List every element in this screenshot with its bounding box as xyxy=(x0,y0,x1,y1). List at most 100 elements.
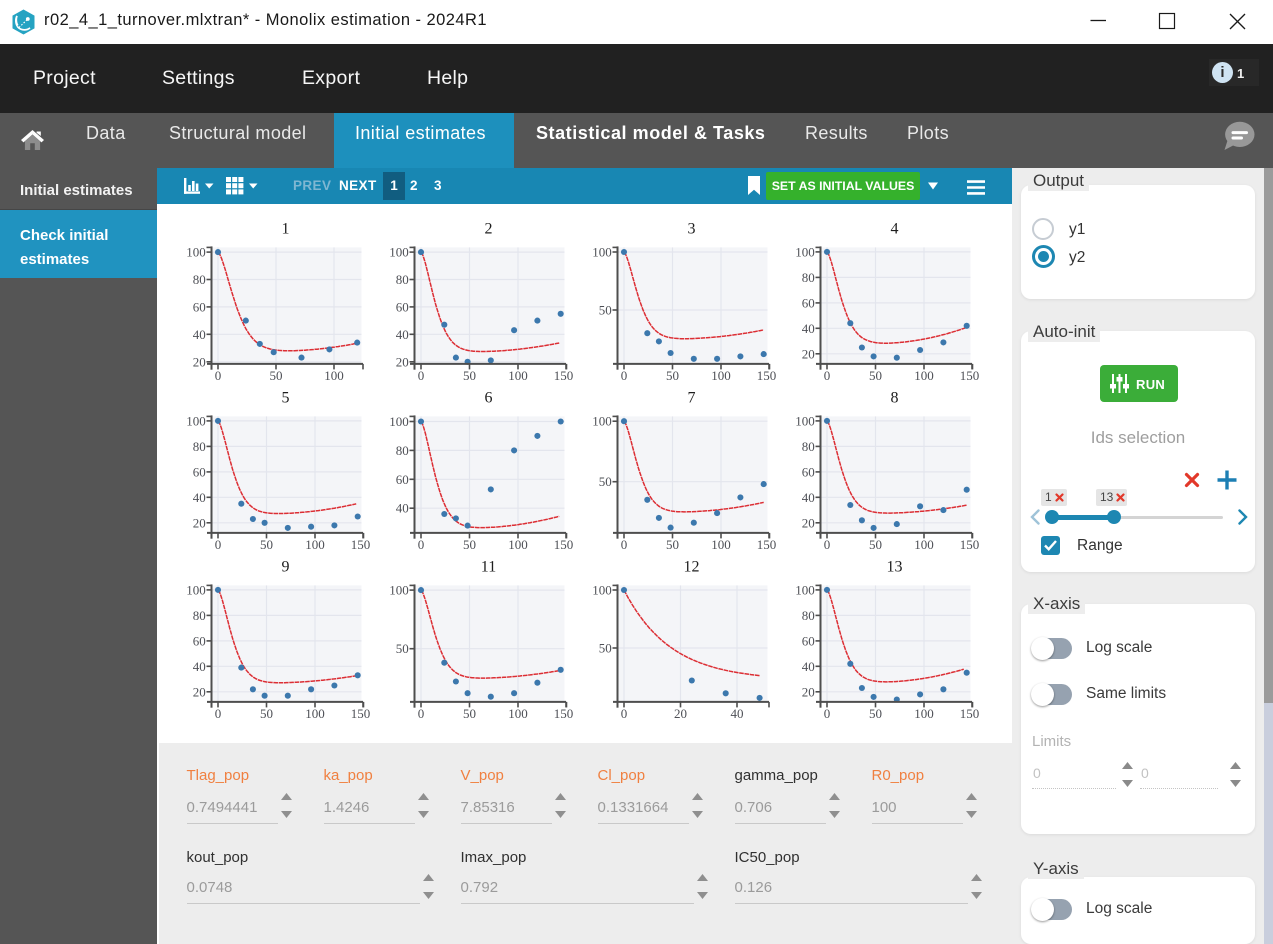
svg-text:40: 40 xyxy=(801,659,814,674)
svg-text:80: 80 xyxy=(801,439,814,454)
svg-text:50: 50 xyxy=(869,706,882,719)
svg-text:100: 100 xyxy=(914,537,934,550)
svg-text:40: 40 xyxy=(395,501,408,516)
svg-text:50: 50 xyxy=(869,537,882,550)
svg-text:60: 60 xyxy=(192,299,205,314)
svg-text:80: 80 xyxy=(801,608,814,623)
svg-text:150: 150 xyxy=(350,706,370,719)
svg-text:150: 150 xyxy=(959,706,979,719)
svg-text:20: 20 xyxy=(801,346,814,361)
svg-text:100: 100 xyxy=(711,368,731,381)
svg-text:80: 80 xyxy=(395,272,408,287)
svg-text:0: 0 xyxy=(620,368,627,381)
svg-text:60: 60 xyxy=(801,464,814,479)
svg-text:100: 100 xyxy=(305,706,325,719)
svg-text:100: 100 xyxy=(508,537,528,550)
svg-text:100: 100 xyxy=(186,245,206,260)
svg-text:0: 0 xyxy=(417,368,424,381)
svg-text:50: 50 xyxy=(666,368,679,381)
svg-text:9: 9 xyxy=(281,559,289,576)
svg-text:40: 40 xyxy=(730,706,743,719)
svg-text:60: 60 xyxy=(395,472,408,487)
svg-text:0: 0 xyxy=(214,368,221,381)
svg-text:0: 0 xyxy=(214,706,221,719)
svg-text:150: 150 xyxy=(756,368,776,381)
svg-text:100: 100 xyxy=(795,413,815,428)
svg-text:100: 100 xyxy=(795,582,815,597)
svg-text:0: 0 xyxy=(823,368,830,381)
svg-text:150: 150 xyxy=(553,368,573,381)
svg-text:50: 50 xyxy=(666,537,679,550)
svg-text:0: 0 xyxy=(417,706,424,719)
svg-text:4: 4 xyxy=(890,221,898,238)
svg-text:60: 60 xyxy=(801,295,814,310)
svg-text:100: 100 xyxy=(914,706,934,719)
svg-text:1: 1 xyxy=(281,221,289,238)
svg-text:20: 20 xyxy=(801,515,814,530)
svg-text:50: 50 xyxy=(598,474,611,489)
svg-text:60: 60 xyxy=(192,464,205,479)
svg-text:80: 80 xyxy=(801,270,814,285)
svg-text:100: 100 xyxy=(592,414,612,429)
svg-text:80: 80 xyxy=(192,439,205,454)
svg-text:40: 40 xyxy=(801,490,814,505)
svg-text:150: 150 xyxy=(756,537,776,550)
svg-text:20: 20 xyxy=(801,684,814,699)
svg-text:50: 50 xyxy=(260,537,273,550)
svg-text:6: 6 xyxy=(484,390,492,407)
svg-text:80: 80 xyxy=(395,443,408,458)
svg-text:60: 60 xyxy=(395,299,408,314)
svg-text:20: 20 xyxy=(192,684,205,699)
svg-text:60: 60 xyxy=(801,633,814,648)
svg-text:50: 50 xyxy=(395,641,408,656)
svg-text:0: 0 xyxy=(620,706,627,719)
svg-text:20: 20 xyxy=(674,706,687,719)
svg-text:50: 50 xyxy=(269,368,282,381)
svg-text:40: 40 xyxy=(395,327,408,342)
svg-text:100: 100 xyxy=(305,537,325,550)
svg-text:100: 100 xyxy=(508,368,528,381)
svg-text:100: 100 xyxy=(389,583,409,598)
svg-text:100: 100 xyxy=(508,706,528,719)
svg-text:60: 60 xyxy=(192,633,205,648)
svg-text:40: 40 xyxy=(801,321,814,336)
svg-text:150: 150 xyxy=(350,537,370,550)
svg-text:40: 40 xyxy=(192,490,205,505)
svg-text:100: 100 xyxy=(592,245,612,260)
svg-text:100: 100 xyxy=(186,413,206,428)
svg-text:50: 50 xyxy=(598,303,611,318)
svg-text:8: 8 xyxy=(890,390,898,407)
svg-text:40: 40 xyxy=(192,327,205,342)
svg-text:0: 0 xyxy=(417,537,424,550)
svg-text:150: 150 xyxy=(959,537,979,550)
svg-text:100: 100 xyxy=(389,245,409,260)
svg-text:50: 50 xyxy=(869,368,882,381)
svg-text:50: 50 xyxy=(260,706,273,719)
svg-text:20: 20 xyxy=(395,354,408,369)
svg-text:100: 100 xyxy=(186,582,206,597)
svg-text:7: 7 xyxy=(687,390,695,407)
svg-text:150: 150 xyxy=(553,706,573,719)
svg-text:0: 0 xyxy=(214,537,221,550)
svg-text:0: 0 xyxy=(823,706,830,719)
svg-text:20: 20 xyxy=(192,354,205,369)
svg-text:50: 50 xyxy=(463,368,476,381)
svg-text:100: 100 xyxy=(795,244,815,259)
svg-text:100: 100 xyxy=(389,414,409,429)
svg-text:0: 0 xyxy=(823,537,830,550)
svg-text:150: 150 xyxy=(959,368,979,381)
svg-text:5: 5 xyxy=(281,390,289,407)
svg-text:3: 3 xyxy=(687,221,695,238)
svg-text:100: 100 xyxy=(324,368,344,381)
svg-text:13: 13 xyxy=(886,559,902,576)
svg-text:80: 80 xyxy=(192,608,205,623)
svg-text:150: 150 xyxy=(553,537,573,550)
svg-text:40: 40 xyxy=(192,659,205,674)
svg-text:80: 80 xyxy=(192,272,205,287)
svg-text:50: 50 xyxy=(463,537,476,550)
svg-text:100: 100 xyxy=(914,368,934,381)
svg-text:20: 20 xyxy=(192,515,205,530)
svg-text:50: 50 xyxy=(598,641,611,656)
svg-text:100: 100 xyxy=(711,537,731,550)
svg-text:50: 50 xyxy=(463,706,476,719)
